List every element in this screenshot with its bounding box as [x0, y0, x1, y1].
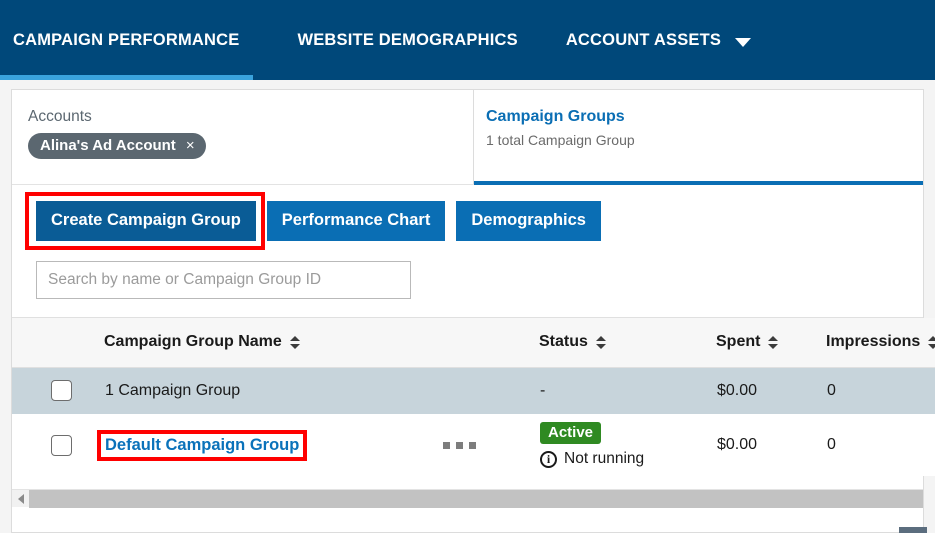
corner-widget[interactable]: [899, 527, 927, 533]
summary-spent-cell: $0.00: [717, 381, 758, 399]
status-note-label: Not running: [564, 450, 645, 467]
header-status-label: Status: [539, 333, 588, 351]
row-checkbox-cell: [12, 414, 104, 476]
accounts-label: Accounts: [28, 108, 92, 125]
search-input[interactable]: [36, 261, 411, 299]
table-summary-row: 1 Campaign Group - $0.00 0: [12, 367, 935, 414]
header-spent[interactable]: Spent: [716, 318, 826, 368]
row-name-cell: Default Campaign Group: [97, 414, 434, 476]
campaign-groups-subtitle: 1 total Campaign Group: [486, 132, 635, 148]
info-icon: i: [540, 450, 557, 468]
accounts-panel[interactable]: Accounts Alina's Ad Account ×: [12, 90, 474, 184]
tab-website-demographics[interactable]: WEBSITE DEMOGRAPHICS: [297, 0, 543, 80]
header-impressions[interactable]: Impressions: [826, 318, 935, 368]
content-card: Accounts Alina's Ad Account × Campaign G…: [11, 89, 935, 533]
selector-row: Accounts Alina's Ad Account × Campaign G…: [12, 90, 923, 185]
scroll-left-arrow-icon[interactable]: [12, 490, 29, 508]
campaign-groups-panel[interactable]: Campaign Groups 1 total Campaign Group: [474, 90, 923, 185]
header-campaign-group-name[interactable]: Campaign Group Name: [104, 318, 539, 368]
more-options-icon[interactable]: [443, 442, 476, 449]
row-status-cell: Active i Not running: [539, 414, 716, 476]
tab-account-assets-label: ACCOUNT ASSETS: [565, 30, 722, 49]
table-header-row: Campaign Group Name Status Spent Impress…: [12, 318, 935, 368]
sort-icon[interactable]: [289, 335, 300, 349]
action-button-row: Create Campaign Group Performance Chart …: [12, 185, 923, 250]
page-body: Accounts Alina's Ad Account × Campaign G…: [0, 80, 935, 533]
campaign-groups-title[interactable]: Campaign Groups: [486, 108, 923, 126]
sort-icon[interactable]: [595, 335, 606, 349]
sort-icon[interactable]: [928, 335, 935, 349]
header-spent-label: Spent: [716, 333, 761, 351]
top-navigation-bar: CAMPAIGN PERFORMANCE WEBSITE DEMOGRAPHIC…: [0, 0, 935, 80]
default-campaign-group-link[interactable]: Default Campaign Group: [105, 436, 299, 454]
header-select-all: [12, 318, 104, 368]
header-campaign-group-name-label: Campaign Group Name: [104, 333, 282, 351]
close-icon[interactable]: ×: [186, 138, 195, 153]
demographics-button[interactable]: Demographics: [456, 201, 601, 241]
table-row: Default Campaign Group Active i Not runn: [12, 414, 935, 476]
summary-status-cell: -: [540, 381, 546, 399]
sort-icon[interactable]: [768, 335, 779, 349]
status-badge: Active: [540, 422, 602, 444]
summary-checkbox-cell: [12, 367, 104, 414]
row-checkbox[interactable]: [51, 434, 72, 456]
create-campaign-group-wrapper: Create Campaign Group: [25, 192, 265, 250]
account-chip[interactable]: Alina's Ad Account ×: [28, 133, 206, 159]
row-impressions-cell: 0: [827, 436, 836, 453]
default-campaign-group-wrapper: Default Campaign Group: [97, 429, 308, 461]
tab-campaign-performance-label: CAMPAIGN PERFORMANCE: [13, 30, 240, 49]
create-campaign-group-button[interactable]: Create Campaign Group: [36, 201, 256, 241]
summary-impressions-cell: 0: [827, 381, 836, 399]
chevron-down-icon: [735, 37, 752, 47]
tab-campaign-performance[interactable]: CAMPAIGN PERFORMANCE: [13, 0, 277, 80]
summary-name-cell: 1 Campaign Group: [105, 381, 241, 399]
campaign-groups-table: Campaign Group Name Status Spent Impress…: [12, 317, 935, 476]
account-chip-label: Alina's Ad Account: [40, 137, 176, 154]
tab-account-assets[interactable]: ACCOUNT ASSETS: [566, 0, 761, 80]
horizontal-scrollbar[interactable]: [12, 489, 923, 508]
performance-chart-button[interactable]: Performance Chart: [266, 201, 446, 241]
select-all-checkbox[interactable]: [51, 380, 72, 402]
horizontal-scrollbar-thumb[interactable]: [29, 489, 923, 508]
search-row: [12, 241, 923, 299]
status-note: i Not running: [540, 450, 715, 468]
tab-website-demographics-label: WEBSITE DEMOGRAPHICS: [297, 30, 518, 49]
row-spent-cell: $0.00: [717, 436, 758, 453]
header-impressions-label: Impressions: [826, 333, 921, 351]
header-status[interactable]: Status: [539, 318, 716, 368]
row-actions-cell: [434, 414, 539, 476]
